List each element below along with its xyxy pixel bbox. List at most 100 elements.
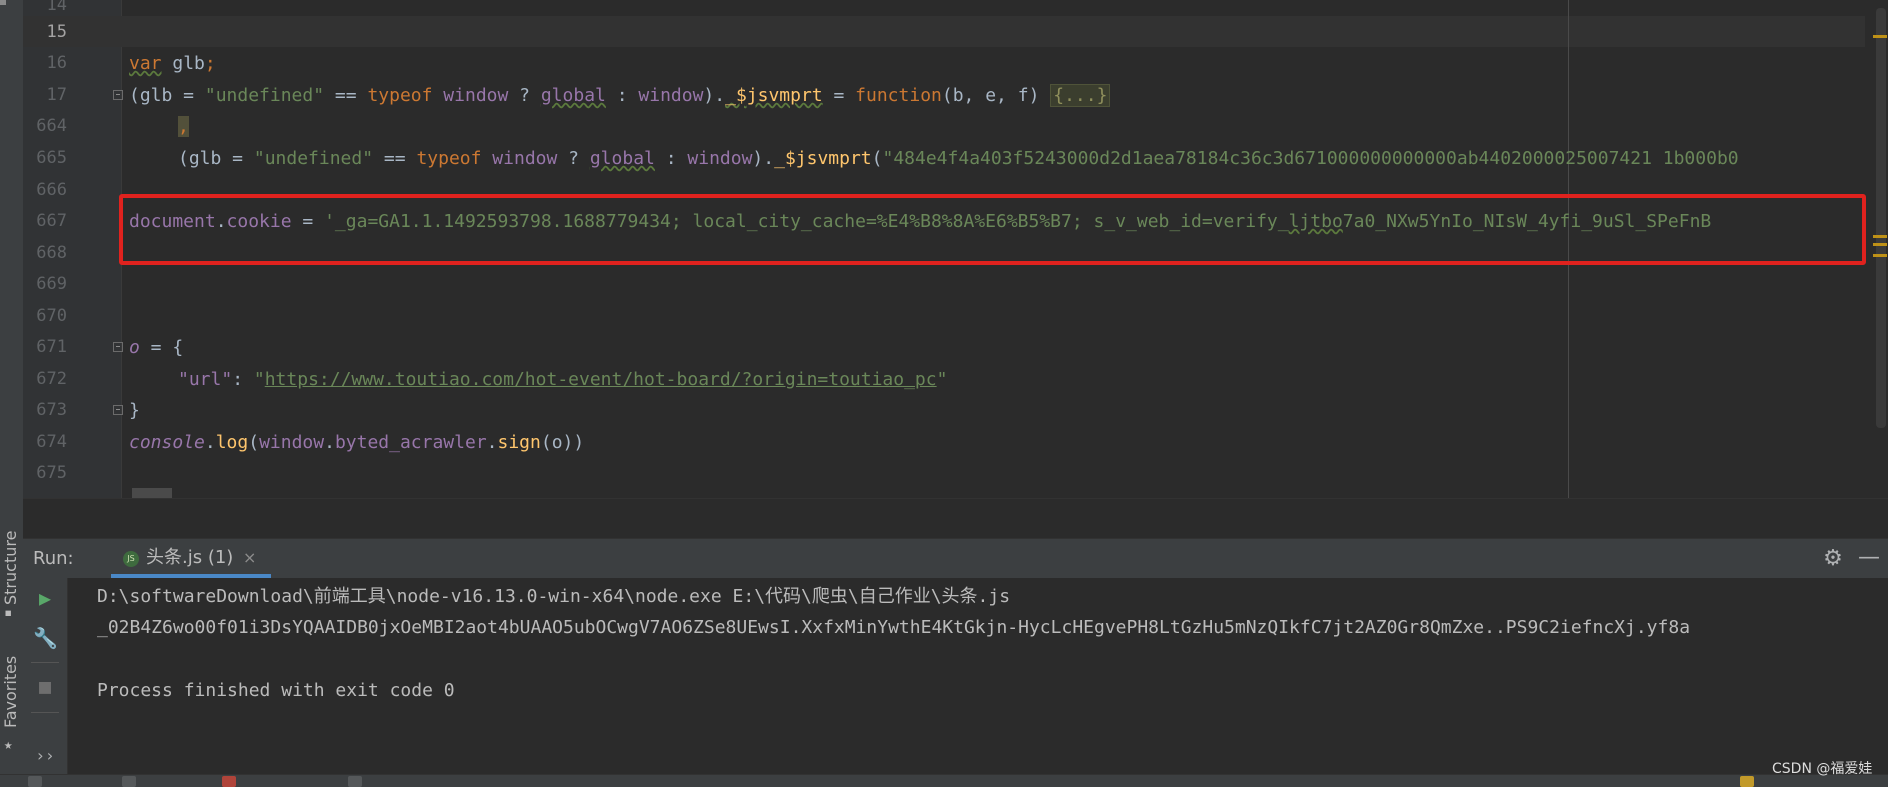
code-text: (b, e, f) bbox=[941, 85, 1051, 106]
string-literal: " bbox=[936, 369, 948, 390]
line-number: 668 bbox=[36, 243, 67, 263]
watermark: CSDN @福爱娃 bbox=[1772, 761, 1873, 777]
identifier: global bbox=[589, 148, 655, 169]
fold-marker[interactable] bbox=[113, 90, 123, 100]
keyword: var bbox=[129, 53, 162, 74]
code-text: } bbox=[129, 400, 140, 421]
run-label: Run: bbox=[33, 548, 74, 569]
current-line-highlight bbox=[23, 16, 1865, 47]
code-text: == bbox=[373, 148, 417, 169]
code-line-671: o = { bbox=[129, 332, 183, 363]
code-text: (o)) bbox=[540, 432, 585, 453]
code-line-664: , bbox=[178, 111, 189, 142]
code-text: (glb = bbox=[178, 148, 254, 169]
identifier: global bbox=[540, 85, 606, 106]
code-line-16: var glb; bbox=[129, 48, 216, 79]
line-number: 673 bbox=[36, 400, 67, 420]
minimize-icon[interactable]: — bbox=[1857, 547, 1881, 571]
status-bar bbox=[0, 774, 1888, 787]
function-name: _$jsvmprt bbox=[774, 148, 872, 169]
code-text: ). bbox=[703, 85, 726, 106]
close-icon[interactable]: × bbox=[243, 539, 256, 577]
line-number: 671 bbox=[36, 337, 67, 357]
string-literal: "undefined" bbox=[204, 85, 325, 106]
left-tool-strip: Structure ▪ Favorites ★ bbox=[0, 0, 24, 786]
identifier: window bbox=[481, 148, 558, 169]
line-number: 669 bbox=[36, 274, 67, 294]
line-number: 665 bbox=[36, 148, 67, 168]
code-line-17: (glb = "undefined" == typeof window ? gl… bbox=[129, 80, 1111, 111]
code-text: . bbox=[324, 432, 335, 453]
fold-marker[interactable] bbox=[113, 342, 123, 352]
rerun-play-icon[interactable]: ▶ bbox=[33, 586, 57, 610]
status-item[interactable] bbox=[1740, 776, 1754, 787]
identifier: window bbox=[259, 432, 325, 453]
more-icon[interactable]: ›› bbox=[33, 744, 57, 768]
identifier: window bbox=[687, 148, 753, 169]
line-number: 670 bbox=[36, 306, 67, 326]
run-toolbar: ▶ 🔧 ■ ›› bbox=[23, 578, 68, 774]
keyword: typeof bbox=[416, 148, 482, 169]
identifier: window bbox=[432, 85, 509, 106]
punctuation: , bbox=[178, 116, 189, 137]
code-line-674: console.log(window.byted_acrawler.sign(o… bbox=[129, 427, 584, 458]
line-number: 15 bbox=[46, 22, 67, 42]
function-name: log bbox=[215, 432, 249, 453]
code-text: : bbox=[232, 369, 254, 390]
wrench-icon[interactable]: 🔧 bbox=[33, 626, 58, 650]
function-name: sign bbox=[497, 432, 541, 453]
line-number: 667 bbox=[36, 211, 67, 231]
status-item[interactable] bbox=[28, 776, 42, 787]
status-item[interactable] bbox=[222, 776, 236, 787]
url-link[interactable]: https://www.toutiao.com/hot-event/hot-bo… bbox=[265, 369, 937, 390]
favorites-tab[interactable]: Favorites bbox=[0, 640, 23, 740]
line-number: 674 bbox=[36, 432, 67, 452]
function-name: _$jsvmprt bbox=[725, 85, 823, 106]
code-text: (glb = bbox=[129, 85, 205, 106]
code-line-672: "url": "https://www.toutiao.com/hot-even… bbox=[178, 364, 947, 395]
toolbar-separator bbox=[31, 712, 59, 713]
run-panel-body: ▶ 🔧 ■ ›› D:\softwareDownload\前端工具\node-v… bbox=[23, 578, 1888, 774]
structure-tab-label: Structure bbox=[1, 530, 20, 605]
identifier: o bbox=[129, 337, 140, 358]
string-literal: "undefined" bbox=[253, 148, 374, 169]
error-stripe-mark[interactable] bbox=[1873, 235, 1887, 238]
fold-marker[interactable] bbox=[113, 405, 123, 415]
structure-icon[interactable]: ▪ bbox=[4, 606, 18, 620]
line-number: 675 bbox=[36, 463, 67, 483]
error-stripe-mark[interactable] bbox=[1873, 254, 1887, 257]
console-line: D:\softwareDownload\前端工具\node-v16.13.0-w… bbox=[97, 586, 1011, 607]
vertical-scrollbar[interactable] bbox=[1876, 8, 1886, 428]
code-text: ? bbox=[557, 148, 590, 169]
code-text: . bbox=[204, 432, 216, 453]
error-stripe-mark[interactable] bbox=[1873, 35, 1887, 38]
identifier: glb bbox=[161, 53, 205, 74]
code-text: = bbox=[822, 85, 856, 106]
status-item[interactable] bbox=[122, 776, 136, 787]
console-line: _02B4Z6wo00f01i3DsYQAAIDB0jxOeMBI2aot4bU… bbox=[97, 617, 1691, 638]
error-stripe-mark[interactable] bbox=[1873, 243, 1887, 246]
toolbar-separator bbox=[31, 662, 59, 663]
code-text: . bbox=[486, 432, 498, 453]
gear-icon[interactable]: ⚙ bbox=[1821, 547, 1845, 571]
code-line-665: (glb = "undefined" == typeof window ? gl… bbox=[178, 143, 1739, 174]
console-line: Process finished with exit code 0 bbox=[97, 680, 455, 701]
status-item[interactable] bbox=[348, 776, 362, 787]
star-icon[interactable]: ★ bbox=[4, 738, 18, 752]
run-panel-header: Run: JS 头条.js (1) × ⚙ — bbox=[23, 538, 1888, 579]
line-number: 666 bbox=[36, 180, 67, 200]
code-text: = { bbox=[139, 337, 184, 358]
code-text: ( bbox=[871, 148, 883, 169]
horizontal-scroll-thumb[interactable] bbox=[132, 488, 172, 498]
run-tab[interactable]: JS 头条.js (1) × bbox=[101, 539, 271, 577]
stop-icon[interactable]: ■ bbox=[33, 674, 57, 698]
line-number: 664 bbox=[36, 116, 67, 136]
string-literal: " bbox=[253, 369, 265, 390]
keyword: typeof bbox=[367, 85, 433, 106]
editor-bottom-area bbox=[23, 498, 1888, 539]
line-number: 672 bbox=[36, 369, 67, 389]
code-text: : bbox=[654, 148, 688, 169]
identifier: window bbox=[638, 85, 704, 106]
punctuation: ; bbox=[204, 53, 216, 74]
folded-region[interactable]: {...} bbox=[1050, 84, 1111, 107]
